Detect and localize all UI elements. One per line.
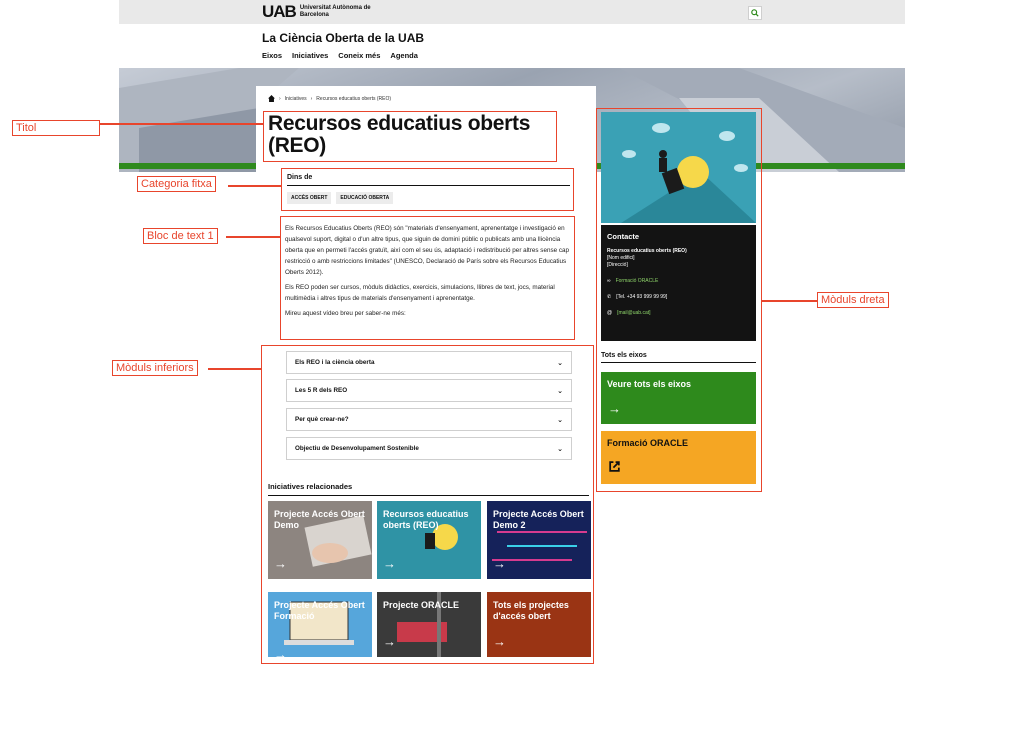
- annotation-label-categoria: Categoria fitxa: [137, 176, 216, 192]
- breadcrumb-item-current: Recursos educatius oberts (REO): [316, 95, 392, 102]
- annotation-box-bloc: [280, 216, 575, 340]
- breadcrumb-separator: ›: [279, 95, 281, 102]
- annotation-label-dreta: Mòduls dreta: [817, 292, 889, 308]
- nav-item-agenda[interactable]: Agenda: [390, 51, 418, 60]
- annotation-box-inferiors: [261, 345, 594, 664]
- annotation-box-categoria: [281, 168, 574, 211]
- annotation-box-titol: [263, 111, 557, 162]
- site-title[interactable]: La Ciència Oberta de la UAB: [262, 31, 424, 45]
- top-bar: [119, 0, 905, 24]
- nav-item-iniciatives[interactable]: Iniciatives: [292, 51, 328, 60]
- annotation-label-titol: Titol: [12, 120, 100, 136]
- main-nav: Eixos Iniciatives Coneix més Agenda: [262, 51, 418, 60]
- annotation-line: [762, 300, 817, 302]
- annotation-box-dreta: [596, 108, 762, 492]
- nav-item-coneix-mes[interactable]: Coneix més: [338, 51, 380, 60]
- search-icon: [751, 9, 759, 17]
- breadcrumb-item-iniciatives[interactable]: Iniciatives: [285, 96, 307, 102]
- annotation-line: [208, 368, 261, 370]
- logo-mark: UAB: [262, 2, 297, 21]
- annotation-line: [226, 236, 280, 238]
- logo-text: Universitat Autònoma de Barcelona: [299, 5, 371, 18]
- annotation-label-inferiors: Mòduls inferiors: [112, 360, 198, 376]
- breadcrumb: › Iniciatives › Recursos educatius obert…: [268, 95, 391, 102]
- home-icon[interactable]: [268, 95, 275, 102]
- uab-logo[interactable]: UAB Universitat Autònoma de Barcelona: [262, 2, 380, 21]
- annotation-line: [100, 123, 263, 125]
- annotation-line: [228, 185, 281, 187]
- nav-item-eixos[interactable]: Eixos: [262, 51, 282, 60]
- breadcrumb-separator: ›: [310, 95, 313, 102]
- search-button[interactable]: [748, 6, 762, 20]
- annotation-label-bloc: Bloc de text 1: [143, 228, 218, 244]
